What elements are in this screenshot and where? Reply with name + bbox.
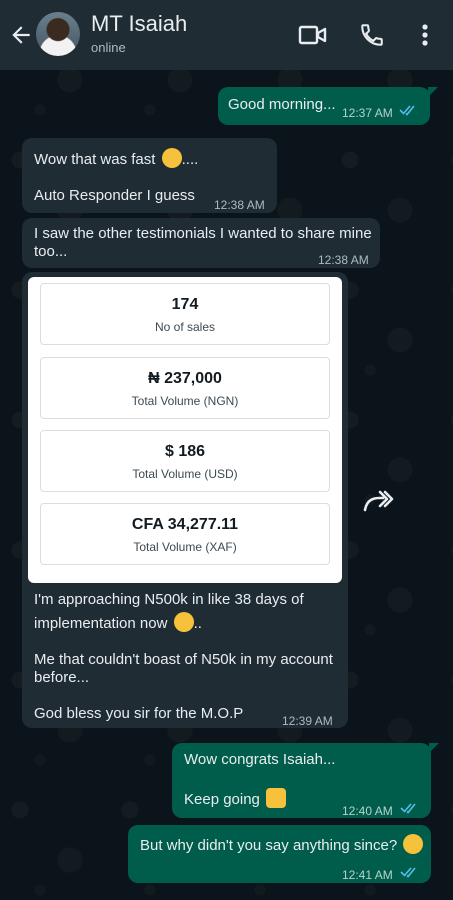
message-text: I'm approaching N500k in like 38 days of [34,591,304,608]
back-arrow-icon[interactable] [8,22,34,48]
stat-label: Total Volume (XAF) [133,540,237,554]
message-text: But why didn't you say anything since? [140,834,424,856]
outgoing-message[interactable]: Wow congrats Isaiah... Keep going 12:40 … [172,743,439,818]
message-line: implementation now [34,615,168,632]
message-time: 12:37 AM [342,106,393,120]
message-text: Good morning... [228,96,336,113]
flexed-biceps-emoji-icon [266,788,287,808]
message-text: before... [34,669,90,686]
double-check-icon [400,803,416,814]
message-time: 12:39 AM [282,714,333,728]
message-time: 12:40 AM [342,804,393,818]
stat-value: ₦ 237,000 [148,370,222,387]
stat-label: Total Volume (NGN) [131,394,239,408]
message-time: 12:38 AM [318,253,369,267]
avatar[interactable] [36,12,80,56]
message-line-suffix: .... [181,151,199,168]
double-check-icon [399,105,415,116]
message-text: Keep going [184,788,287,810]
stat-label: No of sales [154,320,216,334]
message-text: Auto Responder I guess [34,187,195,204]
incoming-message[interactable]: Wow that was fast .... Auto Responder I … [22,138,277,213]
phone-icon[interactable] [359,22,385,48]
message-text: too... [34,243,68,260]
incoming-message[interactable]: I saw the other testimonials I wanted to… [22,218,380,268]
message-text: I saw the other testimonials I wanted to… [34,225,372,242]
message-line: Keep going [184,791,260,808]
message-text: Wow congrats Isaiah... [184,751,336,768]
message-text: God bless you sir for the M.O.P [34,705,244,722]
forward-icon[interactable] [361,486,395,516]
stat-card: $ 186 Total Volume (USD) [40,430,330,492]
stat-card: ₦ 237,000 Total Volume (NGN) [40,357,330,419]
more-vertical-icon[interactable] [419,22,431,48]
contact-name[interactable]: MT Isaiah [91,11,187,37]
outgoing-message[interactable]: But why didn't you say anything since? 1… [128,825,431,883]
message-line-suffix: .. [193,615,202,632]
stat-value: 174 [171,296,199,313]
double-check-icon [400,867,416,878]
message-text: Me that couldn't boast of N50k in my acc… [34,651,333,668]
stat-value: CFA 34,277.11 [131,516,239,533]
stat-card: CFA 34,277.11 Total Volume (XAF) [40,503,330,565]
chat-header: MT Isaiah online [0,0,453,70]
stat-label: Total Volume (USD) [132,467,238,481]
message-time: 12:41 AM [342,868,393,882]
stat-value: $ 186 [164,443,206,460]
message-text: implementation now .. [34,612,202,634]
message-line: But why didn't you say anything since? [140,837,398,854]
message-text: Wow that was fast .... [34,148,198,170]
message-time: 12:38 AM [214,198,265,212]
grinning-squint-emoji-icon [161,148,182,168]
stats-screenshot-image[interactable]: 174 No of sales ₦ 237,000 Total Volume (… [28,277,342,583]
thinking-face-emoji-icon [403,834,424,854]
contact-status: online [91,40,126,55]
pleading-face-emoji-icon [173,612,194,632]
video-call-icon[interactable] [298,22,328,48]
message-line: Wow that was fast [34,151,156,168]
stat-card: 174 No of sales [40,283,330,345]
outgoing-message[interactable]: Good morning... 12:37 AM [218,87,438,125]
